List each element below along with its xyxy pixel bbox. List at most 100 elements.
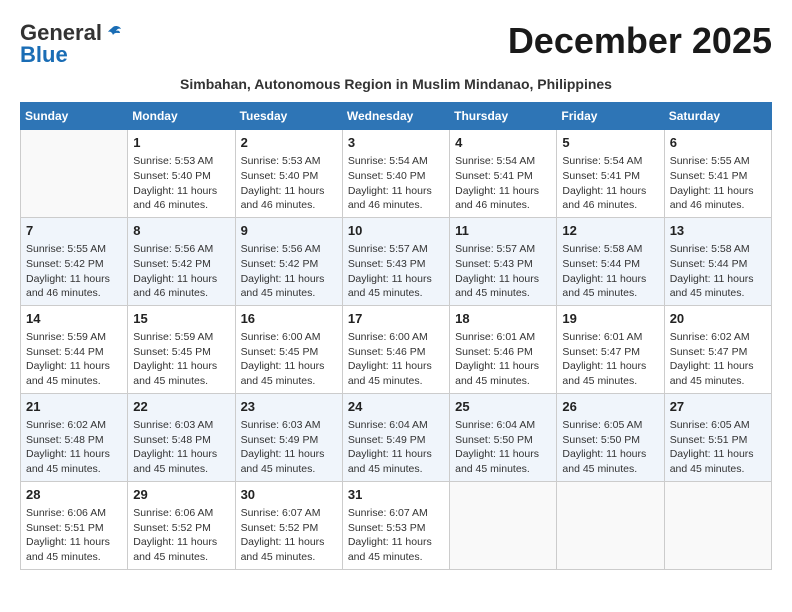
calendar-cell: 27Sunrise: 6:05 AMSunset: 5:51 PMDayligh…: [664, 393, 771, 481]
calendar-cell: [557, 481, 664, 569]
calendar-week-row: 1 Sunrise: 5:53 AMSunset: 5:40 PMDaylight…: [21, 130, 772, 218]
day-info: Sunrise: 6:01 AMSunset: 5:47 PMDaylight:…: [562, 330, 658, 389]
day-number: 26: [562, 398, 658, 416]
day-info: Sunrise: 6:01 AMSunset: 5:46 PMDaylight:…: [455, 330, 551, 389]
calendar-cell: 17Sunrise: 6:00 AMSunset: 5:46 PMDayligh…: [342, 305, 449, 393]
calendar-cell: [450, 481, 557, 569]
day-number: 28: [26, 486, 122, 504]
day-info: Sunrise: 5:59 AMSunset: 5:45 PMDaylight:…: [133, 330, 229, 389]
day-number: 8: [133, 222, 229, 240]
calendar-cell: 29Sunrise: 6:06 AMSunset: 5:52 PMDayligh…: [128, 481, 235, 569]
day-number: 4: [455, 134, 551, 152]
day-info: Sunrise: 6:07 AMSunset: 5:53 PMDaylight:…: [348, 506, 444, 565]
logo-bird-icon: [103, 23, 123, 43]
day-number: 17: [348, 310, 444, 328]
day-number: 15: [133, 310, 229, 328]
month-title: December 2025: [508, 20, 772, 62]
day-number: 30: [241, 486, 337, 504]
day-info: Sunrise: 6:02 AMSunset: 5:48 PMDaylight:…: [26, 418, 122, 477]
day-info: Sunrise: 5:53 AMSunset: 5:40 PMDaylight:…: [241, 154, 337, 213]
day-info: Sunrise: 5:54 AMSunset: 5:41 PMDaylight:…: [562, 154, 658, 213]
day-number: 23: [241, 398, 337, 416]
calendar-cell: 20Sunrise: 6:02 AMSunset: 5:47 PMDayligh…: [664, 305, 771, 393]
calendar-cell: 3 Sunrise: 5:54 AMSunset: 5:40 PMDaylight…: [342, 130, 449, 218]
calendar-cell: 19 Sunrise: 6:01 AMSunset: 5:47 PMDayligh…: [557, 305, 664, 393]
day-info: Sunrise: 6:05 AMSunset: 5:51 PMDaylight:…: [670, 418, 766, 477]
day-number: 22: [133, 398, 229, 416]
day-info: Sunrise: 5:58 AMSunset: 5:44 PMDaylight:…: [562, 242, 658, 301]
calendar-cell: [664, 481, 771, 569]
calendar-cell: 26 Sunrise: 6:05 AMSunset: 5:50 PMDayligh…: [557, 393, 664, 481]
calendar-cell: 18 Sunrise: 6:01 AMSunset: 5:46 PMDayligh…: [450, 305, 557, 393]
calendar-cell: 4 Sunrise: 5:54 AMSunset: 5:41 PMDaylight…: [450, 130, 557, 218]
calendar-cell: 16 Sunrise: 6:00 AMSunset: 5:45 PMDayligh…: [235, 305, 342, 393]
weekday-header: Friday: [557, 103, 664, 130]
calendar-cell: 2 Sunrise: 5:53 AMSunset: 5:40 PMDaylight…: [235, 130, 342, 218]
calendar-cell: [21, 130, 128, 218]
day-number: 19: [562, 310, 658, 328]
weekday-header: Saturday: [664, 103, 771, 130]
day-info: Sunrise: 5:55 AMSunset: 5:41 PMDaylight:…: [670, 154, 766, 213]
logo: General Blue: [20, 20, 124, 68]
weekday-header: Sunday: [21, 103, 128, 130]
weekday-header: Wednesday: [342, 103, 449, 130]
day-info: Sunrise: 5:56 AMSunset: 5:42 PMDaylight:…: [241, 242, 337, 301]
calendar-cell: 25Sunrise: 6:04 AMSunset: 5:50 PMDayligh…: [450, 393, 557, 481]
day-number: 14: [26, 310, 122, 328]
calendar-cell: 31Sunrise: 6:07 AMSunset: 5:53 PMDayligh…: [342, 481, 449, 569]
weekday-header: Tuesday: [235, 103, 342, 130]
day-number: 7: [26, 222, 122, 240]
day-number: 6: [670, 134, 766, 152]
day-info: Sunrise: 6:00 AMSunset: 5:45 PMDaylight:…: [241, 330, 337, 389]
day-number: 16: [241, 310, 337, 328]
calendar-cell: 21 Sunrise: 6:02 AMSunset: 5:48 PMDayligh…: [21, 393, 128, 481]
day-number: 24: [348, 398, 444, 416]
day-info: Sunrise: 5:55 AMSunset: 5:42 PMDaylight:…: [26, 242, 122, 301]
day-number: 2: [241, 134, 337, 152]
calendar-cell: 11Sunrise: 5:57 AMSunset: 5:43 PMDayligh…: [450, 217, 557, 305]
calendar-week-row: 28 Sunrise: 6:06 AMSunset: 5:51 PMDayligh…: [21, 481, 772, 569]
day-number: 3: [348, 134, 444, 152]
day-info: Sunrise: 6:06 AMSunset: 5:52 PMDaylight:…: [133, 506, 229, 565]
day-number: 25: [455, 398, 551, 416]
calendar-cell: 15 Sunrise: 5:59 AMSunset: 5:45 PMDayligh…: [128, 305, 235, 393]
day-info: Sunrise: 5:56 AMSunset: 5:42 PMDaylight:…: [133, 242, 229, 301]
day-info: Sunrise: 5:54 AMSunset: 5:41 PMDaylight:…: [455, 154, 551, 213]
day-info: Sunrise: 6:07 AMSunset: 5:52 PMDaylight:…: [241, 506, 337, 565]
calendar-cell: 6 Sunrise: 5:55 AMSunset: 5:41 PMDaylight…: [664, 130, 771, 218]
subtitle: Simbahan, Autonomous Region in Muslim Mi…: [20, 76, 772, 92]
day-number: 13: [670, 222, 766, 240]
day-info: Sunrise: 6:06 AMSunset: 5:51 PMDaylight:…: [26, 506, 122, 565]
calendar-cell: 30 Sunrise: 6:07 AMSunset: 5:52 PMDayligh…: [235, 481, 342, 569]
weekday-header: Monday: [128, 103, 235, 130]
calendar-cell: 8 Sunrise: 5:56 AMSunset: 5:42 PMDaylight…: [128, 217, 235, 305]
day-info: Sunrise: 5:54 AMSunset: 5:40 PMDaylight:…: [348, 154, 444, 213]
calendar-cell: 13Sunrise: 5:58 AMSunset: 5:44 PMDayligh…: [664, 217, 771, 305]
calendar-table: SundayMondayTuesdayWednesdayThursdayFrid…: [20, 102, 772, 570]
day-number: 21: [26, 398, 122, 416]
day-info: Sunrise: 6:03 AMSunset: 5:48 PMDaylight:…: [133, 418, 229, 477]
day-info: Sunrise: 5:57 AMSunset: 5:43 PMDaylight:…: [348, 242, 444, 301]
calendar-week-row: 14 Sunrise: 5:59 AMSunset: 5:44 PMDayligh…: [21, 305, 772, 393]
day-number: 1: [133, 134, 229, 152]
day-info: Sunrise: 6:03 AMSunset: 5:49 PMDaylight:…: [241, 418, 337, 477]
day-number: 10: [348, 222, 444, 240]
calendar-cell: 14 Sunrise: 5:59 AMSunset: 5:44 PMDayligh…: [21, 305, 128, 393]
day-number: 5: [562, 134, 658, 152]
day-info: Sunrise: 5:57 AMSunset: 5:43 PMDaylight:…: [455, 242, 551, 301]
day-number: 18: [455, 310, 551, 328]
calendar-week-row: 7 Sunrise: 5:55 AMSunset: 5:42 PMDaylight…: [21, 217, 772, 305]
calendar-cell: 12 Sunrise: 5:58 AMSunset: 5:44 PMDayligh…: [557, 217, 664, 305]
day-info: Sunrise: 5:59 AMSunset: 5:44 PMDaylight:…: [26, 330, 122, 389]
day-info: Sunrise: 6:05 AMSunset: 5:50 PMDaylight:…: [562, 418, 658, 477]
day-info: Sunrise: 6:02 AMSunset: 5:47 PMDaylight:…: [670, 330, 766, 389]
calendar-cell: 7 Sunrise: 5:55 AMSunset: 5:42 PMDaylight…: [21, 217, 128, 305]
calendar-cell: 23 Sunrise: 6:03 AMSunset: 5:49 PMDayligh…: [235, 393, 342, 481]
calendar-cell: 10 Sunrise: 5:57 AMSunset: 5:43 PMDayligh…: [342, 217, 449, 305]
calendar-cell: 28 Sunrise: 6:06 AMSunset: 5:51 PMDayligh…: [21, 481, 128, 569]
page-header: General Blue December 2025: [20, 20, 772, 68]
weekday-header: Thursday: [450, 103, 557, 130]
day-number: 12: [562, 222, 658, 240]
calendar-header-row: SundayMondayTuesdayWednesdayThursdayFrid…: [21, 103, 772, 130]
calendar-cell: 22 Sunrise: 6:03 AMSunset: 5:48 PMDayligh…: [128, 393, 235, 481]
